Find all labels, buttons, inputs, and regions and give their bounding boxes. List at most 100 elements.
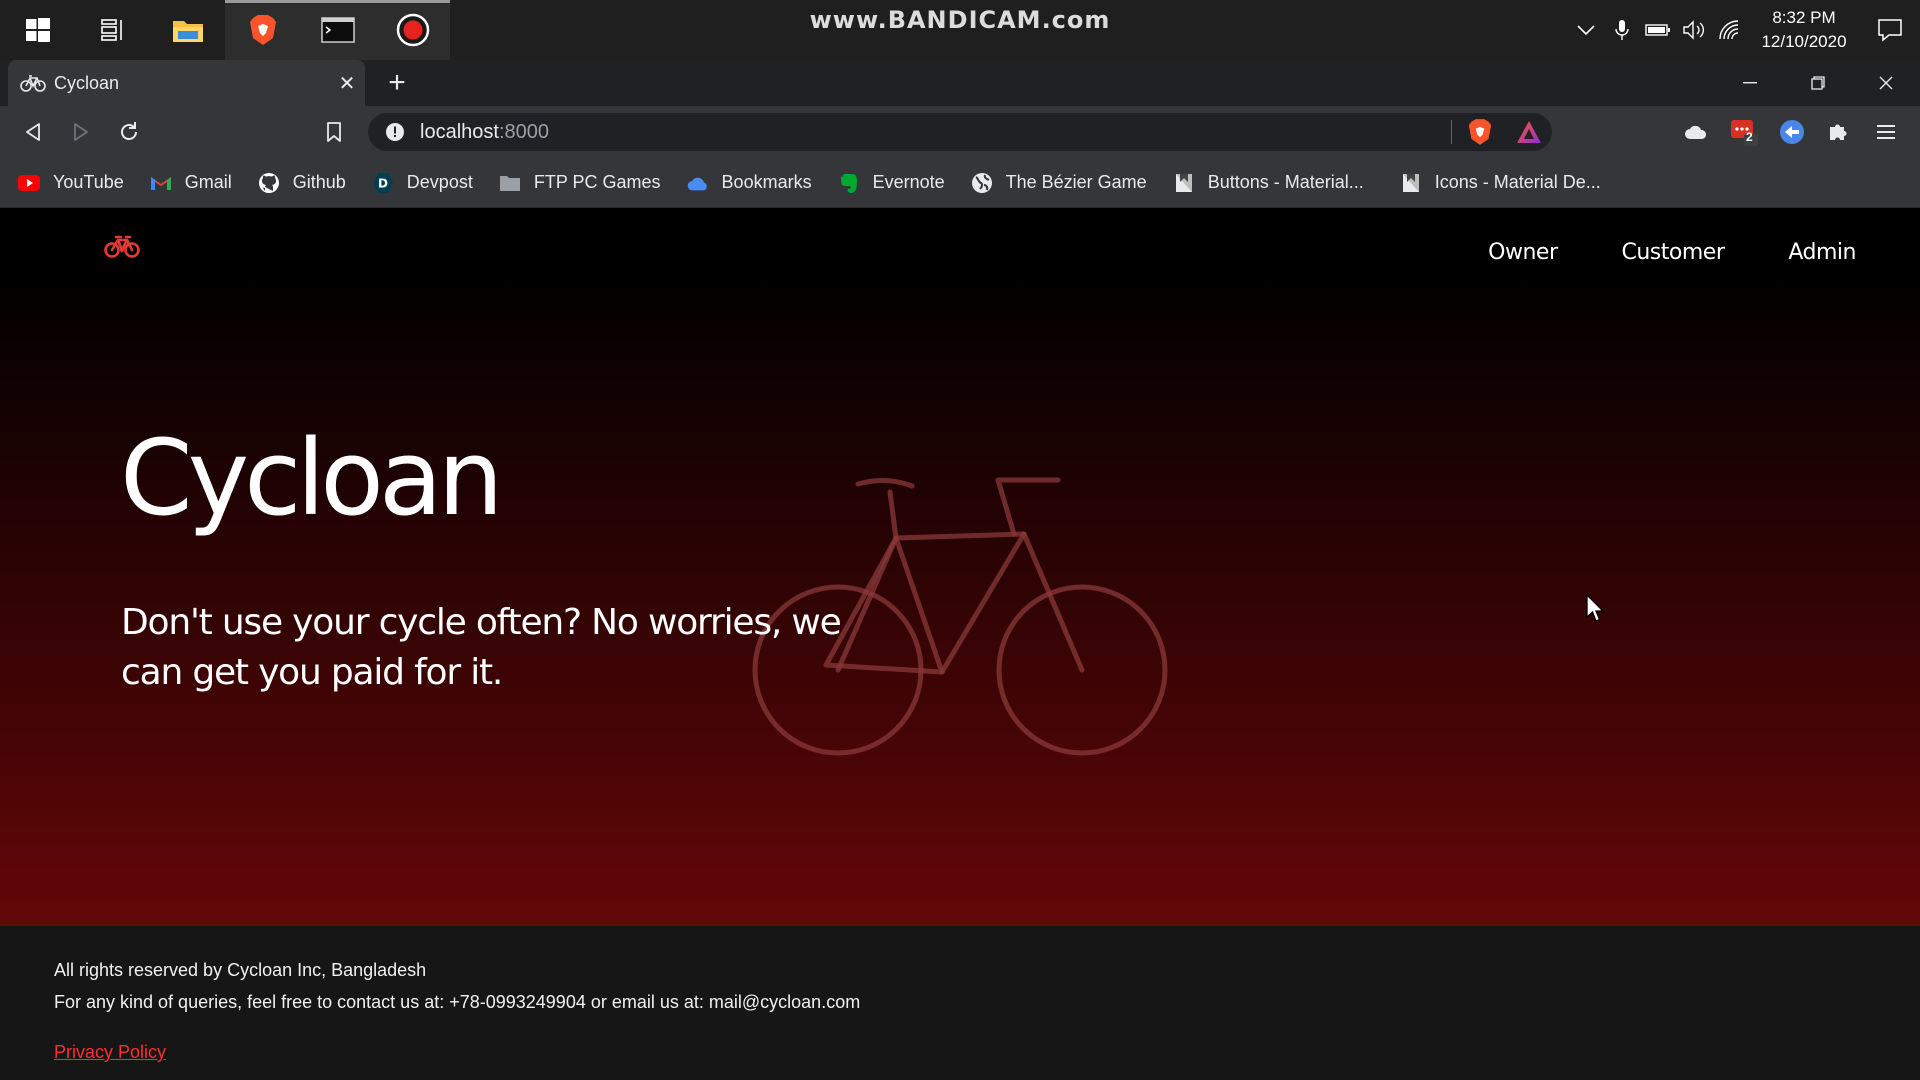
bookmark-bezier-game[interactable]: The Bézier Game	[971, 172, 1147, 194]
bookmark-evernote[interactable]: Evernote	[838, 172, 945, 194]
forward-button[interactable]	[64, 115, 98, 149]
brave-shields-button[interactable]	[1468, 118, 1492, 146]
cycloan-page: Owner Customer Admin Cycloan Don't use y…	[0, 208, 1920, 1080]
action-center-button[interactable]	[1860, 0, 1920, 60]
bookmark-label: Buttons - Material...	[1207, 172, 1364, 192]
bookmark-label: The Bézier Game	[1005, 172, 1147, 192]
bookmark-page-button[interactable]	[317, 115, 351, 149]
new-tab-button[interactable]: +	[380, 66, 414, 100]
minimize-icon	[1743, 82, 1757, 84]
speaker-icon	[1683, 20, 1704, 40]
bicycle-favicon-icon	[20, 73, 48, 93]
rewards-triangle-icon	[1517, 121, 1541, 143]
microphone-tray-button[interactable]	[1604, 0, 1640, 60]
bookmark-icon	[327, 122, 341, 142]
tab-cycloan[interactable]: Cycloan ✕	[8, 60, 365, 106]
brave-rewards-button[interactable]	[1516, 120, 1542, 144]
material-icon	[1173, 172, 1195, 194]
bookmark-buttons-material[interactable]: Buttons - Material...	[1173, 172, 1364, 194]
microphone-icon	[1615, 20, 1629, 40]
nav-admin-link[interactable]: Admin	[1788, 240, 1856, 265]
mouse-cursor-icon	[1586, 594, 1605, 622]
bookmark-label: Devpost	[406, 172, 473, 192]
bookmark-devpost[interactable]: D Devpost	[372, 172, 473, 194]
bookmark-bookmarks[interactable]: Bookmarks	[687, 172, 812, 194]
chevron-down-icon	[1577, 25, 1595, 36]
forward-arrow-icon	[74, 123, 88, 141]
windows-taskbar: www.BANDICAM.com 8:32 PM 12/10/2020	[0, 0, 1920, 60]
system-tray: 8:32 PM 12/10/2020	[1568, 0, 1920, 60]
globe-icon	[971, 172, 993, 194]
volume-tray-button[interactable]	[1676, 0, 1712, 60]
bookmark-label: Evernote	[872, 172, 945, 192]
bookmark-label: YouTube	[53, 172, 124, 192]
taskbar-clock[interactable]: 8:32 PM 12/10/2020	[1748, 6, 1860, 54]
notification-icon	[1878, 19, 1902, 42]
bookmark-label: FTP PC Games	[533, 172, 661, 192]
extensions-button[interactable]	[1820, 114, 1856, 150]
site-logo[interactable]	[104, 234, 144, 260]
svg-text:D: D	[378, 176, 388, 190]
bookmark-github[interactable]: Github	[258, 172, 346, 194]
bookmark-label: Gmail	[184, 172, 232, 192]
bookmark-label: Icons - Material De...	[1434, 172, 1601, 192]
minimize-button[interactable]	[1716, 60, 1784, 106]
clock-time: 8:32 PM	[1772, 8, 1836, 27]
close-window-button[interactable]	[1852, 60, 1920, 106]
hamburger-menu-icon	[1877, 125, 1895, 139]
footer-contact: For any kind of queries, feel free to co…	[54, 992, 861, 1012]
arrow-extension-icon	[1780, 120, 1804, 144]
bookmark-gmail[interactable]: Gmail	[150, 172, 232, 194]
battery-tray-button[interactable]	[1640, 0, 1676, 60]
site-footer: All rights reserved by Cycloan Inc, Bang…	[0, 926, 1920, 1080]
window-controls	[1716, 60, 1920, 106]
bookmark-label: Bookmarks	[721, 172, 812, 192]
privacy-policy-link[interactable]: Privacy Policy	[54, 1042, 166, 1063]
back-button[interactable]	[16, 115, 50, 149]
cloud-extension-button[interactable]	[1678, 114, 1714, 150]
site-info-icon[interactable]	[384, 121, 406, 143]
url-port: :8000	[498, 120, 549, 143]
site-nav: Owner Customer Admin	[1424, 240, 1856, 265]
clock-date: 12/10/2020	[1761, 32, 1847, 51]
bookmark-label: Github	[292, 172, 346, 192]
message-extension-icon	[1731, 120, 1758, 146]
nav-customer-link[interactable]: Customer	[1622, 240, 1725, 265]
hero-title: Cycloan	[120, 417, 504, 539]
devpost-icon: D	[372, 172, 394, 194]
bookmark-ftp-pc-games[interactable]: FTP PC Games	[499, 172, 661, 194]
cloud-icon	[687, 172, 709, 194]
network-tray-button[interactable]	[1712, 0, 1748, 60]
reload-button[interactable]	[112, 115, 146, 149]
evernote-icon	[838, 172, 860, 194]
bookmark-icons-material[interactable]: Icons - Material De...	[1400, 172, 1601, 194]
restore-button[interactable]	[1784, 60, 1852, 106]
close-icon	[1879, 76, 1893, 90]
tab-title: Cycloan	[54, 72, 120, 93]
footer-copyright: All rights reserved by Cycloan Inc, Bang…	[54, 960, 427, 980]
material-icon	[1400, 172, 1422, 194]
show-hidden-icons-button[interactable]	[1568, 0, 1604, 60]
youtube-icon	[18, 172, 40, 194]
hero-subtitle: Don't use your cycle often? No worries, …	[121, 602, 842, 693]
restore-icon	[1811, 76, 1825, 90]
bookmarks-bar: YouTube Gmail Github D Devpost FTP PC Ga…	[0, 158, 1920, 208]
red-extension-button[interactable]: 2	[1726, 114, 1762, 150]
nav-owner-link[interactable]: Owner	[1488, 240, 1558, 265]
gmail-icon	[150, 172, 172, 194]
url-host: localhost	[420, 120, 499, 143]
omnibox-separator	[1451, 120, 1452, 144]
browser-toolbar: localhost:8000 2	[0, 106, 1920, 158]
url-text: localhost:8000	[420, 121, 549, 144]
address-bar[interactable]: localhost:8000	[368, 113, 1552, 151]
browser-tabstrip: Cycloan ✕ +	[0, 60, 1920, 106]
browser-menu-button[interactable]	[1868, 114, 1904, 150]
bookmark-youtube[interactable]: YouTube	[18, 172, 124, 194]
puzzle-icon	[1830, 124, 1847, 140]
tab-close-button[interactable]: ✕	[329, 71, 365, 96]
arrow-extension-button[interactable]	[1774, 114, 1810, 150]
bicycle-logo-icon	[104, 235, 140, 258]
github-icon	[258, 172, 280, 194]
extension-badge: 2	[1746, 130, 1753, 144]
cloud-icon	[1685, 125, 1707, 139]
